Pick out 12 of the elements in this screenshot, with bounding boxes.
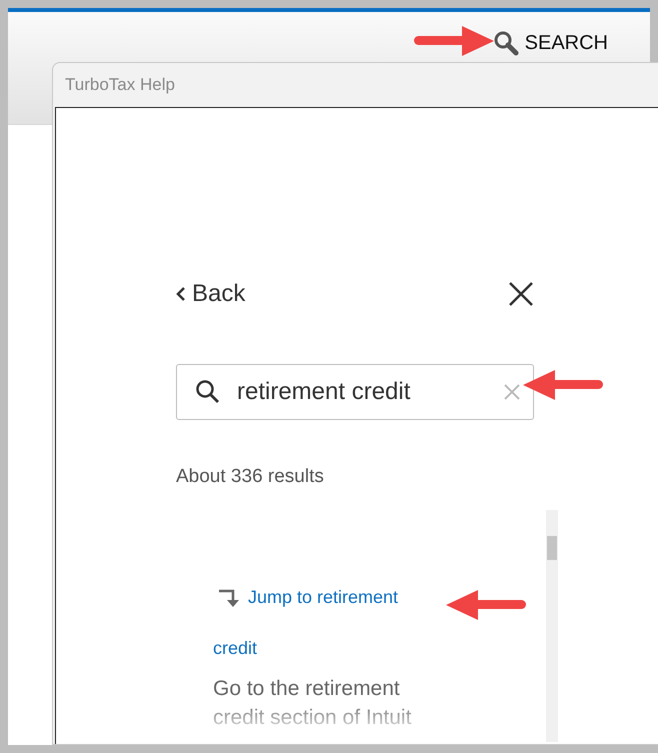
chevron-left-icon [176, 286, 186, 302]
clear-icon[interactable] [503, 383, 521, 401]
window-title: TurboTax Help [64, 74, 176, 96]
search-icon [195, 379, 221, 405]
result-link[interactable]: Jump to retirement credit [213, 572, 435, 674]
results-count: About 336 results [176, 466, 325, 488]
close-button[interactable] [508, 281, 534, 307]
magnifier-icon [492, 30, 519, 56]
back-button[interactable]: Back [176, 280, 246, 308]
search-button[interactable]: SEARCH [492, 30, 608, 56]
search-field[interactable]: retirement credit [176, 364, 534, 420]
scrollbar[interactable] [546, 510, 558, 742]
